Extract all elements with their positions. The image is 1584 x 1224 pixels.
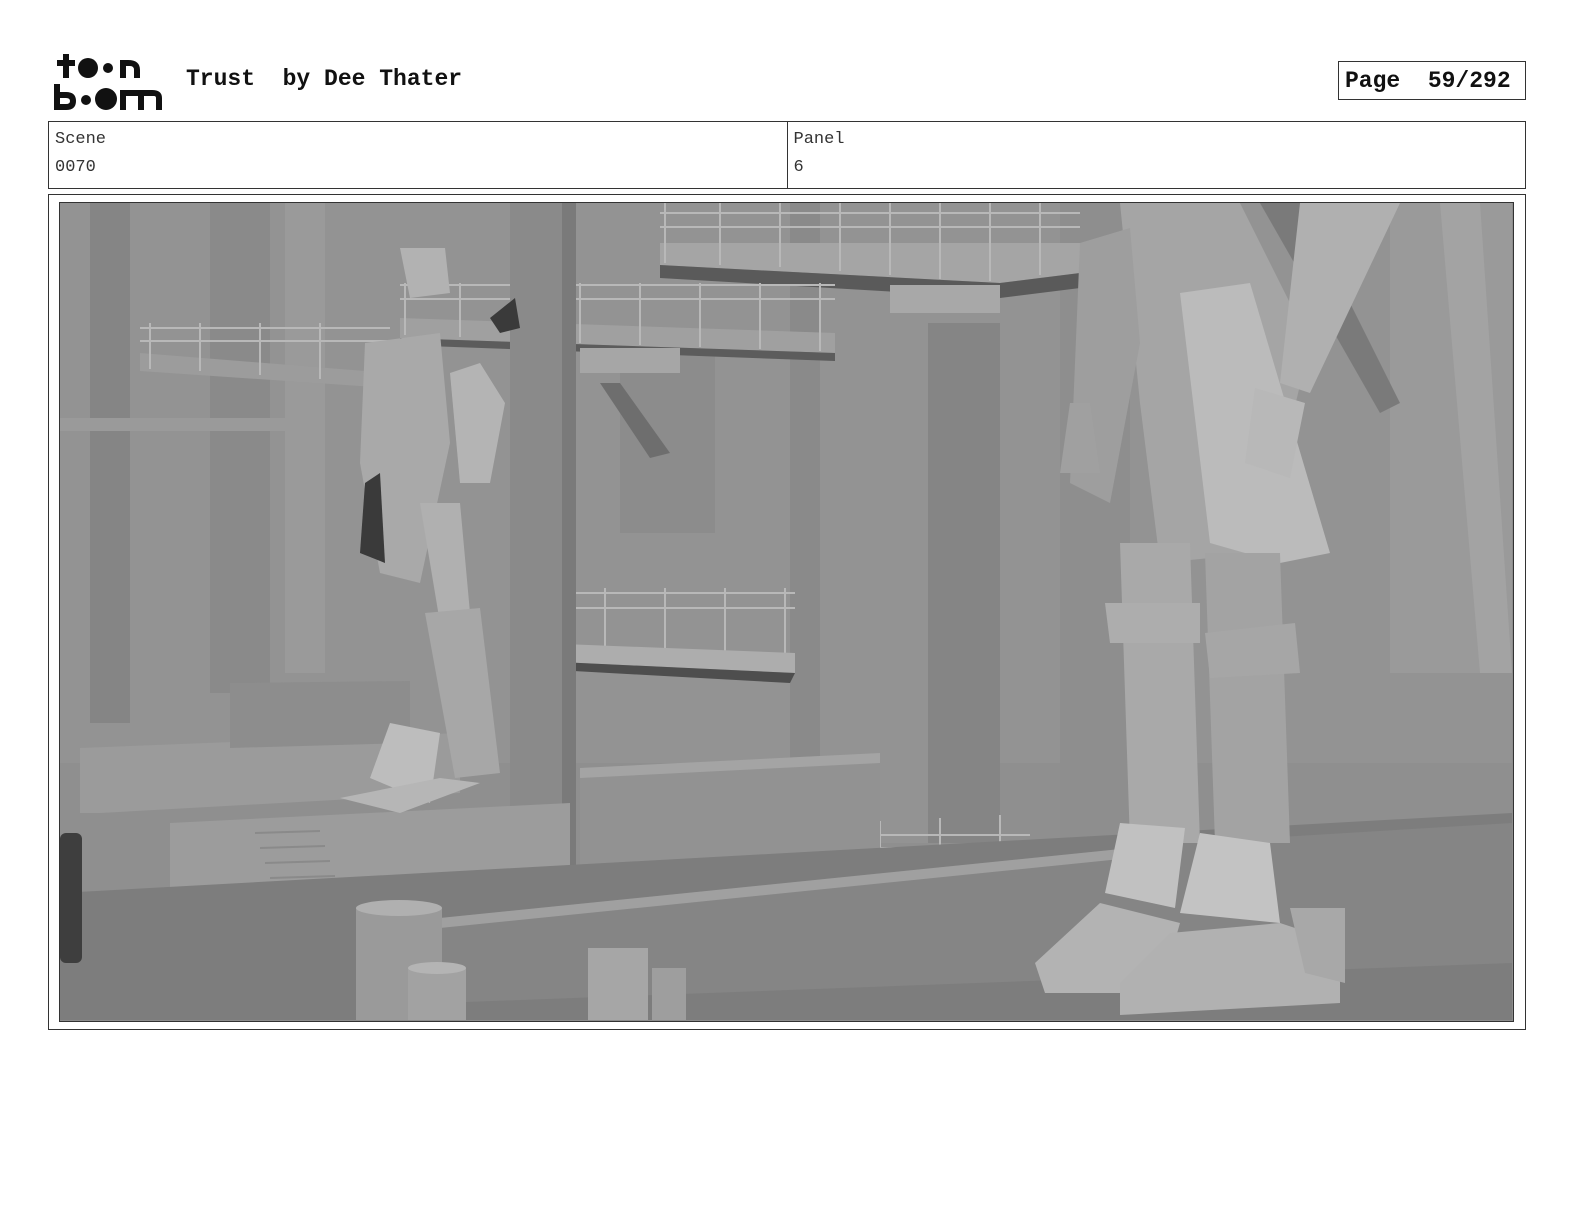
page-number: Page 59/292 xyxy=(1338,61,1526,100)
panel-value: 6 xyxy=(793,158,804,177)
scene-value: 0070 xyxy=(55,158,96,177)
panel-cell: Panel 6 xyxy=(786,122,1526,188)
scene-label: Scene xyxy=(55,130,107,149)
document-title: Trust by Dee Thater xyxy=(186,66,463,92)
toon-boom-logo xyxy=(54,54,162,110)
3d-render-robots-hangar-icon xyxy=(60,203,1512,1020)
panel-label: Panel xyxy=(793,130,845,149)
panel-image xyxy=(59,202,1514,1022)
scene-panel-info: Scene 0070 Panel 6 xyxy=(48,121,1526,189)
scene-cell: Scene 0070 xyxy=(49,122,787,188)
